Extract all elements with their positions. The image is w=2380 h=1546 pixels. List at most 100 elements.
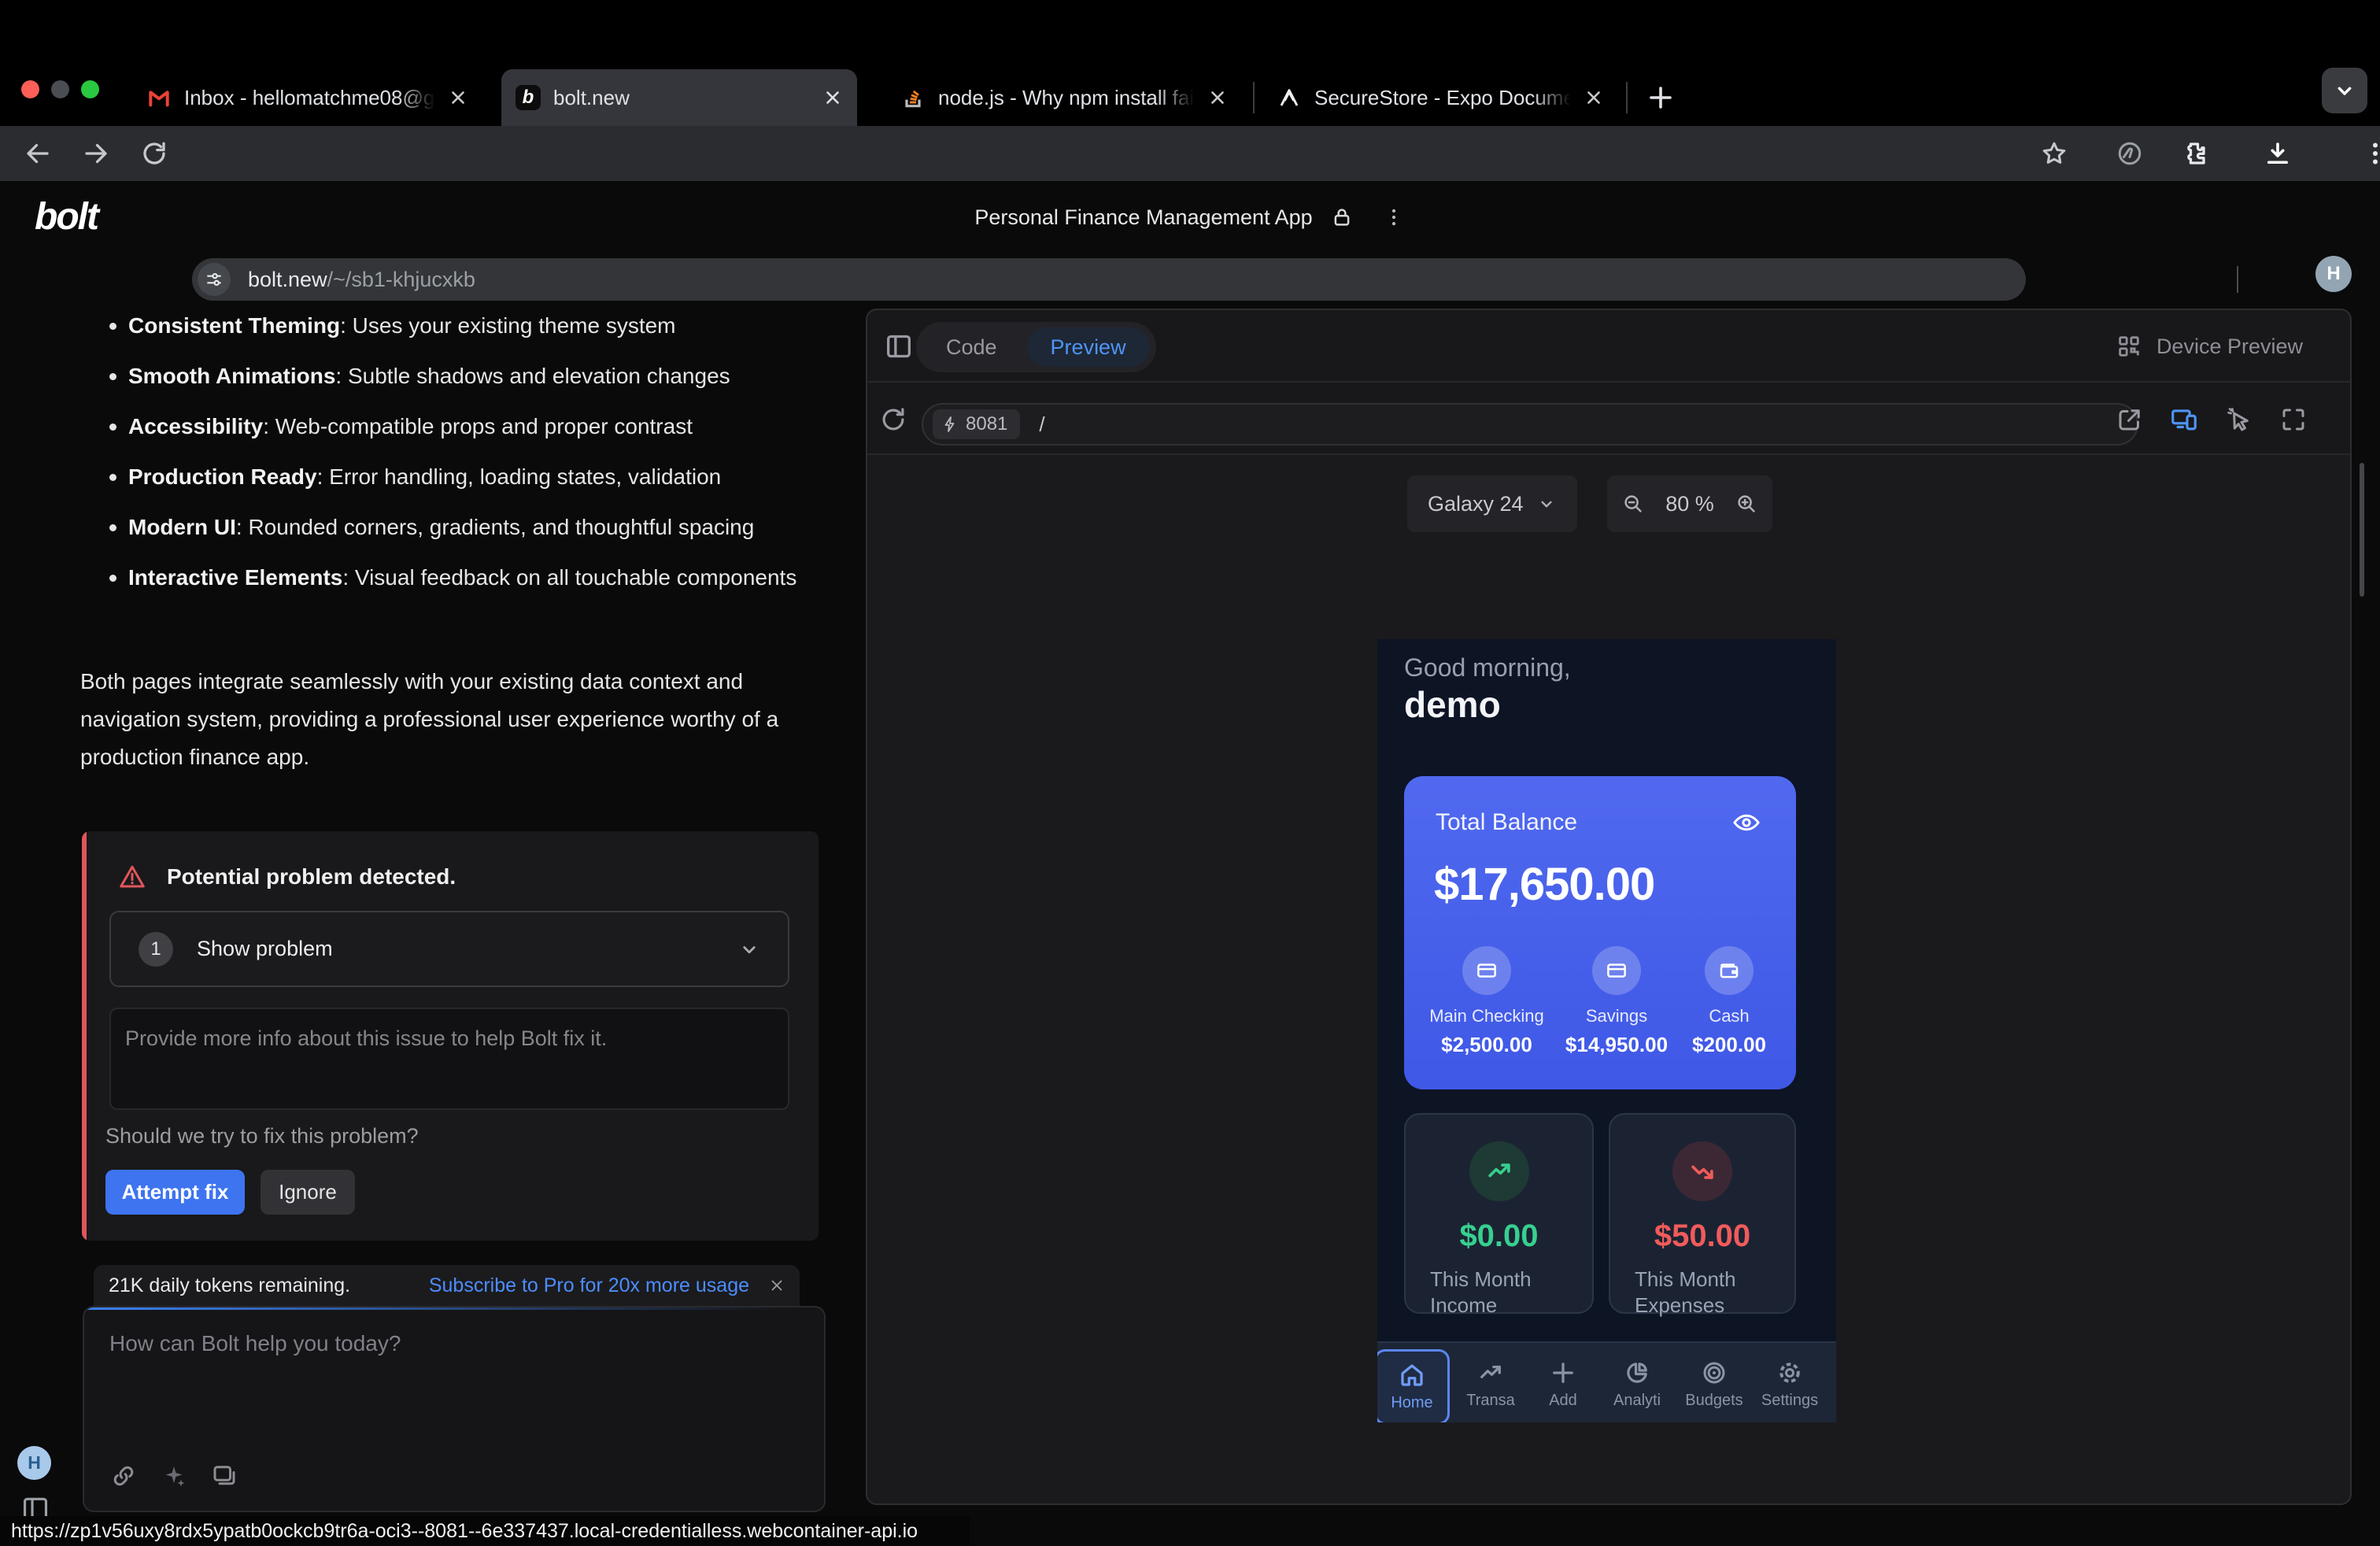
chat-message-input[interactable] (84, 1311, 824, 1437)
forward-icon[interactable] (82, 139, 110, 168)
credit-card-icon (1462, 946, 1511, 995)
fix-question: Should we try to fix this problem? (105, 1124, 419, 1148)
screen: Inbox - hellomatchme08@gm b bolt.new nod… (0, 0, 2380, 1546)
nav-label: Settings (1752, 1392, 1828, 1410)
port-badge[interactable]: 8081 (933, 409, 1020, 439)
enhance-prompt-sparkle-icon[interactable] (160, 1462, 188, 1490)
extensions-puzzle-icon[interactable] (2180, 139, 2208, 168)
expo-icon (1277, 85, 1302, 110)
page-scrollbar[interactable] (2360, 463, 2364, 597)
project-menu-icon[interactable] (1382, 205, 1406, 229)
gmail-icon (146, 85, 172, 110)
eye-icon[interactable] (1731, 808, 1761, 838)
downloads-icon[interactable] (2264, 139, 2292, 168)
list-item: Modern UI: Rounded corners, gradients, a… (81, 509, 837, 546)
tab-search-button[interactable] (2322, 68, 2367, 113)
tab-expo-docs[interactable]: SecureStore - Expo Documen (1262, 69, 1618, 126)
nav-label: Analyti (1599, 1392, 1675, 1410)
close-window-button[interactable] (21, 80, 39, 98)
tokens-remaining-text: 21K daily tokens remaining. (109, 1274, 350, 1297)
url-domain: bolt.new (248, 268, 327, 291)
reload-icon[interactable] (140, 139, 168, 168)
browser-menu-icon[interactable] (2361, 139, 2380, 168)
balance-amount: $17,650.00 (1434, 858, 1654, 911)
new-tab-button[interactable] (1642, 79, 1680, 117)
username-text: demo (1404, 683, 1501, 726)
account-main-checking[interactable]: Main Checking $2,500.00 (1420, 946, 1554, 1057)
nav-transactions[interactable]: Transa (1453, 1349, 1528, 1410)
toggle-sidebar-icon[interactable] (883, 331, 915, 362)
dismiss-token-banner-icon[interactable] (768, 1277, 785, 1294)
preview-header: Code Preview Device Preview (867, 310, 2350, 383)
subscribe-pro-link[interactable]: Subscribe to Pro for 20x more usage (429, 1274, 749, 1297)
back-icon[interactable] (24, 139, 52, 168)
tab-code[interactable]: Code (922, 335, 1021, 360)
tab-title: node.js - Why npm install faile (938, 86, 1195, 110)
device-preview-button[interactable]: Device Preview (2116, 310, 2303, 383)
tab-stackoverflow[interactable]: node.js - Why npm install faile (886, 69, 1242, 126)
expenses-label: This Month Expenses (1635, 1267, 1776, 1319)
tab-preview[interactable]: Preview (1027, 327, 1150, 367)
attach-link-icon[interactable] (109, 1462, 138, 1490)
stackoverflow-icon (900, 85, 926, 110)
adblocker-icon[interactable] (2116, 139, 2144, 168)
device-selector[interactable]: Galaxy 24 (1407, 475, 1577, 532)
browser-toolbar: bolt.new/~/sb1-khjucxkb H (0, 126, 2380, 181)
close-tab-icon[interactable] (1207, 87, 1228, 108)
chevron-down-icon (737, 938, 761, 961)
account-cash[interactable]: Cash $200.00 (1662, 946, 1796, 1057)
close-tab-icon[interactable] (822, 87, 843, 108)
tab-bolt[interactable]: b bolt.new (501, 69, 857, 126)
nav-home[interactable]: Home (1377, 1349, 1450, 1422)
list-item: Consistent Theming: Uses your existing t… (81, 307, 837, 345)
nav-settings[interactable]: Settings (1752, 1349, 1828, 1410)
show-problem-dropdown[interactable]: 1 Show problem (109, 911, 789, 987)
device-toggle-icon[interactable] (2169, 405, 2199, 435)
preview-panel: Code Preview Device Preview 8081 / (866, 309, 2352, 1505)
inspector-cursor-icon[interactable] (2224, 405, 2254, 435)
assistant-paragraph: Both pages integrate seamlessly with you… (80, 663, 828, 776)
greeting-text: Good morning, (1404, 653, 1571, 682)
project-title: Personal Finance Management App (974, 205, 1312, 230)
profile-avatar[interactable]: H (2315, 256, 2352, 292)
open-in-new-tab-icon[interactable] (2116, 405, 2144, 434)
port-number: 8081 (966, 413, 1007, 435)
device-name: Galaxy 24 (1428, 492, 1524, 516)
show-problem-label: Show problem (197, 937, 737, 961)
zoom-out-icon[interactable] (1621, 492, 1645, 516)
minimize-window-button[interactable] (51, 80, 69, 98)
close-tab-icon[interactable] (1584, 87, 1604, 108)
account-amount: $200.00 (1662, 1033, 1796, 1057)
nav-label: Add (1525, 1392, 1601, 1410)
url-text: bolt.new/~/sb1-khjucxkb (248, 268, 475, 292)
site-settings-icon[interactable] (198, 263, 231, 296)
ignore-button[interactable]: Ignore (261, 1170, 355, 1215)
gradient-accent-line (84, 1307, 824, 1310)
trend-up-icon (1469, 1141, 1529, 1201)
bookmark-star-icon[interactable] (2040, 139, 2068, 168)
private-lock-icon (1330, 205, 1354, 229)
nav-analytics[interactable]: Analyti (1599, 1349, 1675, 1410)
tab-gmail[interactable]: Inbox - hellomatchme08@gm (132, 69, 482, 126)
nav-budgets[interactable]: Budgets (1676, 1349, 1752, 1410)
preview-address-bar[interactable]: 8081 / (922, 403, 2138, 446)
credit-card-icon (1592, 946, 1641, 995)
user-avatar[interactable]: H (17, 1446, 51, 1480)
problem-info-input[interactable] (109, 1008, 789, 1110)
status-url: https://zp1v56uxy8rdx5ypatb0ockcb9tr6a-o… (11, 1520, 918, 1543)
problem-detected-card: Potential problem detected. 1 Show probl… (82, 831, 819, 1241)
account-amount: $2,500.00 (1420, 1033, 1554, 1057)
problem-count-badge: 1 (139, 932, 173, 967)
trend-down-icon (1672, 1141, 1732, 1201)
fullscreen-icon[interactable] (2279, 405, 2308, 434)
refresh-preview-icon[interactable] (878, 405, 908, 435)
zoom-window-button[interactable] (81, 80, 99, 98)
discussion-mode-icon[interactable] (210, 1462, 238, 1490)
close-tab-icon[interactable] (448, 87, 468, 108)
address-bar[interactable]: bolt.new/~/sb1-khjucxkb (192, 258, 2026, 301)
nav-add[interactable]: Add (1525, 1349, 1601, 1410)
zoom-in-icon[interactable] (1735, 492, 1758, 516)
attempt-fix-button[interactable]: Attempt fix (105, 1170, 245, 1215)
preview-path: / (1039, 412, 1044, 437)
chat-input-box[interactable] (83, 1306, 826, 1512)
